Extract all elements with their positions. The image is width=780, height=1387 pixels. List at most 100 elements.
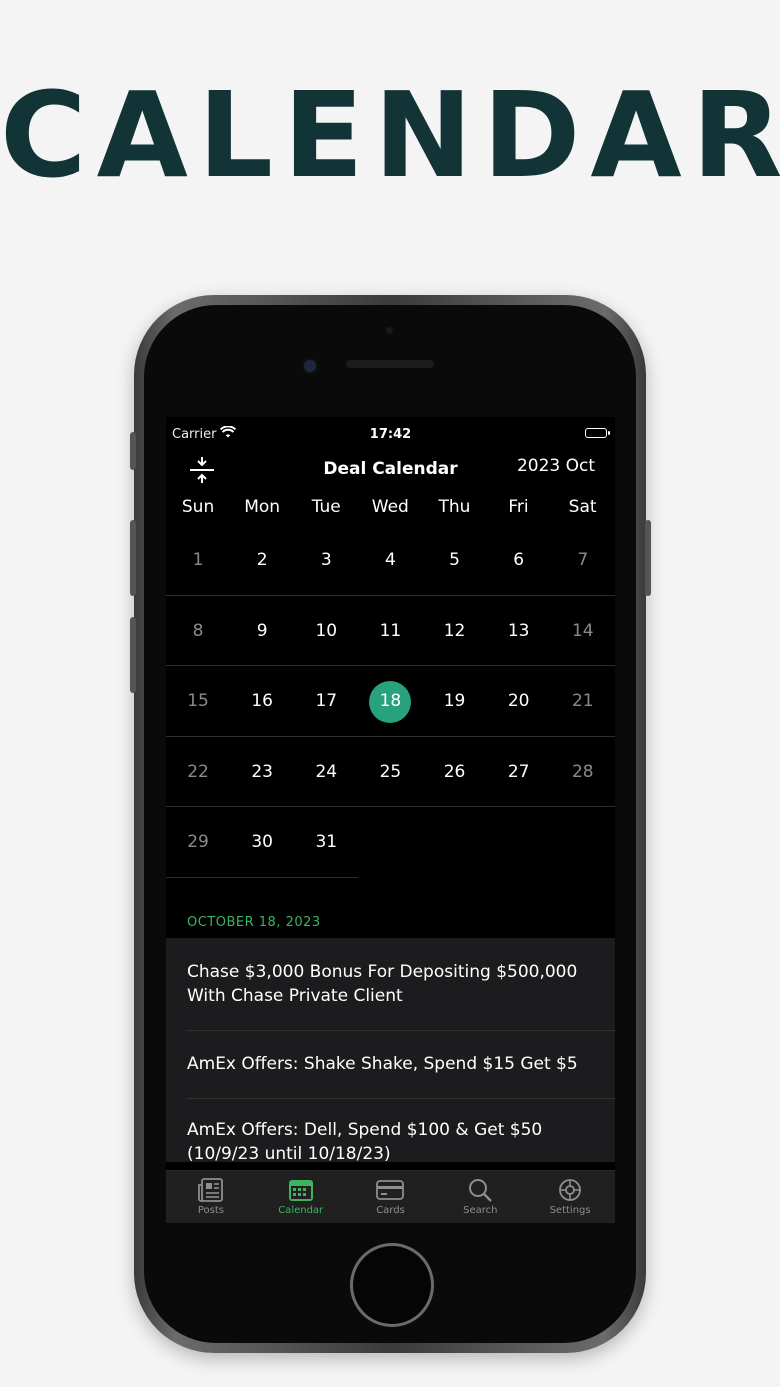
- newspaper-icon: [166, 1177, 256, 1203]
- calendar-day-empty: [487, 807, 551, 878]
- calendar-day-6[interactable]: 6: [487, 525, 551, 596]
- calendar-day-20[interactable]: 20: [487, 666, 551, 737]
- tab-bar: Posts Calendar Cards Search Settings: [166, 1170, 615, 1223]
- calendar-day-1[interactable]: 1: [166, 525, 230, 596]
- day-number: 10: [315, 620, 338, 641]
- proximity-sensor: [386, 327, 393, 334]
- day-number: 23: [251, 761, 273, 782]
- day-number: 6: [513, 550, 525, 570]
- weekday-label: Wed: [371, 497, 409, 517]
- tab-cards[interactable]: Cards: [346, 1171, 436, 1223]
- weekday-label: Tue: [311, 497, 341, 517]
- calendar-day-empty: [358, 807, 422, 878]
- calendar-day-11[interactable]: 11: [358, 596, 422, 667]
- day-number: 7: [577, 550, 589, 570]
- calendar-day-29[interactable]: 29: [166, 807, 230, 878]
- deal-list-item[interactable]: Chase $3,000 Bonus For Depositing $500,0…: [166, 938, 615, 1030]
- weekday-label: Fri: [508, 497, 529, 517]
- calendar-day-27[interactable]: 27: [487, 737, 551, 808]
- search-icon: [435, 1177, 525, 1203]
- day-number: 17: [315, 691, 338, 712]
- calendar-day-7[interactable]: 7: [551, 525, 615, 596]
- calendar-day-22[interactable]: 22: [166, 737, 230, 808]
- month-selector[interactable]: 2023 Oct: [517, 456, 595, 476]
- calendar-week-row: 8 9 10 11 12 13 14: [166, 596, 615, 667]
- calendar-day-25[interactable]: 25: [358, 737, 422, 808]
- earpiece-speaker: [346, 360, 434, 368]
- calendar-icon: [256, 1177, 346, 1203]
- calendar-day-18[interactable]: 18: [358, 666, 422, 737]
- power-button: [645, 520, 651, 596]
- calendar-day-8[interactable]: 8: [166, 596, 230, 667]
- tab-label: Posts: [197, 1205, 224, 1216]
- tab-label: Calendar: [278, 1205, 324, 1216]
- calendar-day-4[interactable]: 4: [358, 525, 422, 596]
- day-number: 28: [571, 761, 594, 782]
- weekday-label: Sun: [181, 497, 215, 517]
- calendar-day-28[interactable]: 28: [551, 737, 615, 808]
- deal-list-item[interactable]: AmEx Offers: Dell, Spend $100 & Get $50 …: [166, 1098, 615, 1162]
- status-bar: Carrier 17:42: [166, 417, 615, 449]
- tab-settings[interactable]: Settings: [525, 1171, 615, 1223]
- day-number: 11: [379, 620, 402, 641]
- day-number: 27: [507, 761, 530, 782]
- day-number: 21: [571, 691, 594, 712]
- day-number: 12: [443, 620, 466, 641]
- home-button[interactable]: [350, 1243, 434, 1327]
- day-number: 20: [507, 691, 530, 712]
- day-number: 29: [187, 832, 209, 853]
- mute-switch: [130, 432, 136, 470]
- calendar-day-12[interactable]: 12: [423, 596, 487, 667]
- weekday-label: Mon: [244, 497, 281, 517]
- calendar-day-21[interactable]: 21: [551, 666, 615, 737]
- app-screen: Carrier 17:42 Deal Calendar 2023 Oct Sun…: [166, 417, 615, 1223]
- day-number: 30: [251, 832, 273, 853]
- battery-icon: [585, 428, 610, 438]
- tab-calendar[interactable]: Calendar: [256, 1171, 346, 1223]
- calendar-day-9[interactable]: 9: [230, 596, 294, 667]
- calendar-day-3[interactable]: 3: [294, 525, 358, 596]
- volume-down-button: [130, 617, 136, 693]
- calendar-day-24[interactable]: 24: [294, 737, 358, 808]
- calendar-day-23[interactable]: 23: [230, 737, 294, 808]
- day-number: 18: [379, 691, 402, 712]
- day-number: 24: [315, 761, 338, 782]
- day-number: 22: [187, 761, 209, 782]
- day-number: 15: [187, 691, 209, 712]
- calendar-day-13[interactable]: 13: [487, 596, 551, 667]
- calendar-day-14[interactable]: 14: [551, 596, 615, 667]
- calendar-day-10[interactable]: 10: [294, 596, 358, 667]
- tab-posts[interactable]: Posts: [166, 1171, 256, 1223]
- calendar-day-5[interactable]: 5: [423, 525, 487, 596]
- day-number: 2: [256, 550, 268, 570]
- day-number: 14: [571, 620, 594, 641]
- day-number: 4: [385, 550, 396, 570]
- calendar-day-26[interactable]: 26: [423, 737, 487, 808]
- day-number: 1: [192, 550, 204, 570]
- day-number: 5: [449, 550, 460, 570]
- weekday-label: Sat: [568, 497, 597, 517]
- calendar-day-31[interactable]: 31: [294, 807, 358, 878]
- deal-list-item[interactable]: AmEx Offers: Shake Shake, Spend $15 Get …: [166, 1030, 615, 1098]
- tab-search[interactable]: Search: [435, 1171, 525, 1223]
- day-number: 8: [192, 620, 204, 641]
- deal-list: Chase $3,000 Bonus For Depositing $500,0…: [166, 938, 615, 1162]
- weekday-label: Thu: [438, 497, 471, 517]
- day-number: 26: [443, 761, 466, 782]
- tab-label: Search: [463, 1205, 498, 1216]
- volume-up-button: [130, 520, 136, 596]
- calendar-day-17[interactable]: 17: [294, 666, 358, 737]
- hero-title: CALENDAR: [0, 66, 780, 204]
- calendar-day-19[interactable]: 19: [423, 666, 487, 737]
- selected-date-header: OCTOBER 18, 2023: [187, 915, 321, 930]
- calendar-grid: 1 2 3 4 5 6 7 8 9 10 11 12 13 14 15 16 17 18 19 20 21 22 23 24 2…: [166, 525, 615, 878]
- calendar-day-16[interactable]: 16: [230, 666, 294, 737]
- day-number: 13: [507, 620, 530, 641]
- calendar-week-row: 1 2 3 4 5 6 7: [166, 525, 615, 596]
- day-number: 19: [443, 691, 466, 712]
- calendar-day-15[interactable]: 15: [166, 666, 230, 737]
- calendar-day-2[interactable]: 2: [230, 525, 294, 596]
- calendar-day-30[interactable]: 30: [230, 807, 294, 878]
- tab-label: Cards: [376, 1205, 405, 1216]
- gear-icon: [525, 1177, 615, 1203]
